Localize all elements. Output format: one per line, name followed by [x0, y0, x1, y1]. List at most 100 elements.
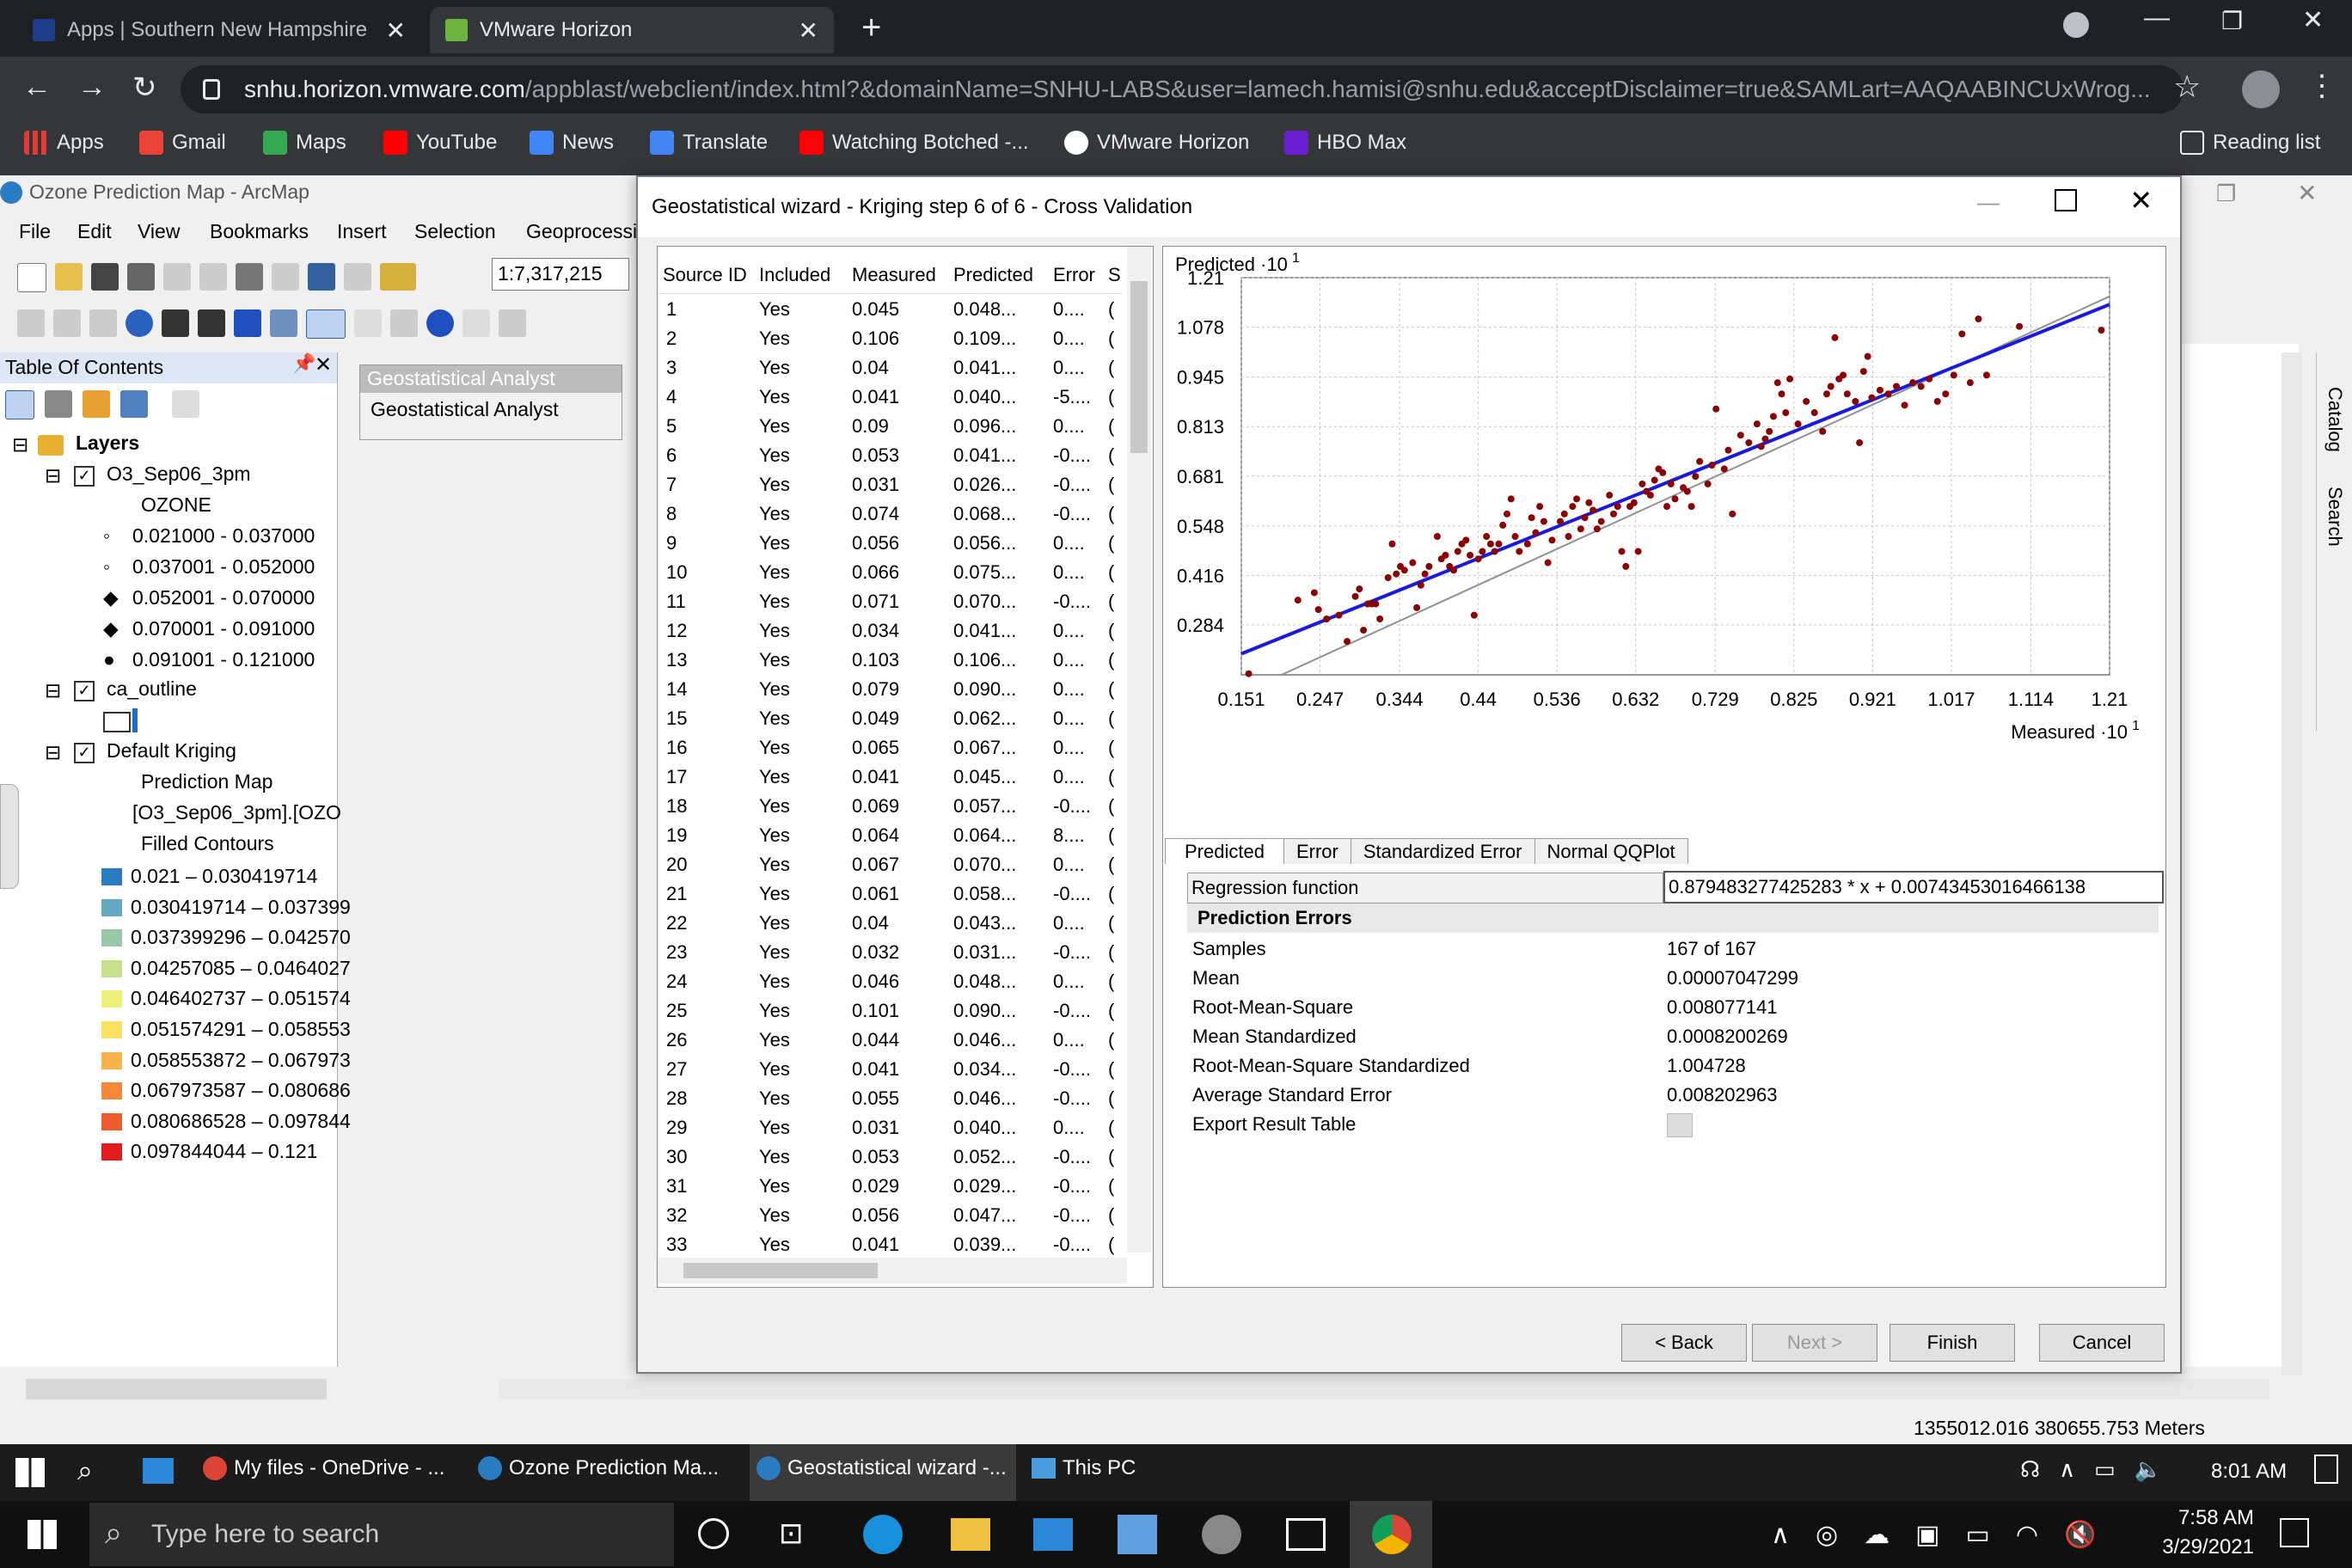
stat-label[interactable]: Export Result Table [1192, 1113, 1356, 1136]
table-row[interactable]: 27 Yes 0.041 0.034... -0.... ( [658, 1055, 1122, 1084]
close-tab-icon[interactable]: ✕ [799, 16, 818, 45]
cancel-button[interactable]: Cancel [2039, 1324, 2165, 1362]
arcmap-restore-icon[interactable]: ❐ [2216, 181, 2236, 207]
table-row[interactable]: 31 Yes 0.029 0.029... -0.... ( [658, 1172, 1122, 1201]
notifications-icon[interactable] [2314, 1455, 2338, 1484]
scroll-thumb[interactable] [683, 1263, 878, 1278]
layer-visibility-checkbox[interactable]: ✓ [74, 466, 95, 487]
toc-close-icon[interactable]: ✕ [315, 352, 332, 377]
mail-icon[interactable] [143, 1458, 174, 1484]
menu-icon[interactable]: ⋮ [2307, 69, 2337, 103]
table-row[interactable]: 8 Yes 0.074 0.068... -0.... ( [658, 499, 1122, 529]
bookmark-maps[interactable]: Maps [263, 131, 346, 155]
layers-group-label[interactable]: Layers [76, 432, 139, 455]
undo-icon[interactable] [308, 263, 335, 291]
taskbar-item-arcmap[interactable]: Ozone Prediction Ma... [478, 1456, 719, 1480]
table-row[interactable]: 32 Yes 0.056 0.047... -0.... ( [658, 1201, 1122, 1230]
toc-horizontal-scrollbar[interactable] [26, 1379, 327, 1400]
app-tray-icon[interactable]: ◎ [1816, 1520, 1838, 1550]
redo-icon[interactable] [344, 263, 371, 291]
reload-icon[interactable]: ↻ [132, 70, 157, 105]
close-tab-icon[interactable]: ✕ [386, 16, 406, 45]
ga-dropdown[interactable]: Geostatistical Analyst [360, 393, 622, 426]
chevron-up-icon[interactable]: ∧ [1771, 1520, 1790, 1550]
paste-icon[interactable] [236, 263, 263, 291]
add-data-icon[interactable] [380, 263, 416, 291]
table-row[interactable]: 17 Yes 0.041 0.045... 0.... ( [658, 763, 1122, 792]
host-clock-date[interactable]: 3/29/2021 [2154, 1535, 2254, 1559]
list-by-selection-icon[interactable] [120, 390, 148, 418]
export-table-icon[interactable] [1667, 1113, 1693, 1137]
catalog-tab[interactable]: Catalog [2324, 387, 2346, 452]
meet-now-icon[interactable]: ▣ [1915, 1520, 1939, 1550]
bookmark-hbo-max[interactable]: HBO Max [1284, 131, 1406, 155]
new-tab-icon[interactable]: + [861, 9, 881, 47]
action-center-icon[interactable] [2280, 1518, 2309, 1547]
dialog-maximize-icon[interactable] [2055, 189, 2077, 211]
table-row[interactable]: 15 Yes 0.049 0.062... 0.... ( [658, 704, 1122, 733]
bookmark-gmail[interactable]: Gmail [139, 131, 226, 155]
tab-normal-qqplot[interactable]: Normal QQPlot [1534, 838, 1688, 864]
fixed-zoom-out-icon[interactable] [198, 309, 225, 337]
remote-desktop-icon[interactable] [1286, 1518, 1326, 1551]
menu-edit[interactable]: Edit [77, 220, 112, 243]
menu-bookmarks[interactable]: Bookmarks [210, 220, 309, 243]
taskbar-item-onedrive[interactable]: My files - OneDrive - ... [203, 1456, 444, 1480]
side-panel-handle[interactable] [0, 784, 19, 889]
menu-geoprocessing[interactable]: Geoprocessi [526, 220, 637, 243]
table-row[interactable]: 33 Yes 0.041 0.039... -0.... ( [658, 1230, 1122, 1259]
people-icon[interactable]: ☊ [2020, 1456, 2040, 1483]
fixed-zoom-in-icon[interactable] [162, 309, 189, 337]
bookmark-news[interactable]: News [530, 131, 614, 155]
address-bar[interactable]: snhu.horizon.vmware.com/appblast/webclie… [181, 65, 2184, 113]
table-row[interactable]: 19 Yes 0.064 0.064... 8.... ( [658, 821, 1122, 850]
windows-start-icon[interactable] [15, 1458, 45, 1487]
copy-icon[interactable] [199, 263, 227, 291]
bookmark-vmware-horizon[interactable]: VMware Horizon [1064, 131, 1249, 155]
map-view-area[interactable] [2178, 344, 2299, 1367]
layer-ca-outline-label[interactable]: ca_outline [107, 677, 197, 701]
table-row[interactable]: 13 Yes 0.103 0.106... 0.... ( [658, 646, 1122, 675]
table-row[interactable]: 7 Yes 0.031 0.026... -0.... ( [658, 470, 1122, 499]
table-row[interactable]: 11 Yes 0.071 0.070... -0.... ( [658, 587, 1122, 616]
new-document-icon[interactable] [17, 263, 46, 292]
list-by-source-icon[interactable] [45, 390, 72, 418]
edge-icon[interactable] [863, 1515, 903, 1554]
column-header-predicted[interactable]: Predicted [953, 264, 1033, 286]
table-row[interactable]: 10 Yes 0.066 0.075... 0.... ( [658, 558, 1122, 587]
table-row[interactable]: 18 Yes 0.069 0.057... -0.... ( [658, 792, 1122, 821]
bookmark-watching-botched[interactable]: Watching Botched -... [799, 131, 1029, 155]
column-header-source-id[interactable]: Source ID [663, 264, 747, 286]
forward-extent-icon[interactable] [270, 309, 297, 337]
next-button[interactable]: Next > [1752, 1324, 1877, 1362]
list-by-drawing-order-icon[interactable] [5, 390, 34, 420]
table-row[interactable]: 20 Yes 0.067 0.070... 0.... ( [658, 850, 1122, 879]
table-row[interactable]: 3 Yes 0.04 0.041... 0.... ( [658, 353, 1122, 383]
table-row[interactable]: 5 Yes 0.09 0.096... 0.... ( [658, 412, 1122, 441]
lock-icon[interactable] [203, 79, 220, 100]
scroll-thumb[interactable] [1130, 281, 1148, 453]
tab-vmware-horizon[interactable]: VMware Horizon ✕ [430, 7, 834, 53]
taskbar-item-this-pc[interactable]: This PC [1032, 1456, 1136, 1480]
list-by-visibility-icon[interactable] [83, 390, 110, 418]
table-row[interactable]: 23 Yes 0.032 0.031... -0.... ( [658, 938, 1122, 967]
options-icon[interactable] [172, 390, 199, 418]
expander-icon[interactable]: ⊟ [12, 433, 28, 456]
mail-icon[interactable] [1033, 1518, 1073, 1551]
html-popup-icon[interactable] [499, 309, 526, 337]
menu-view[interactable]: View [138, 220, 180, 243]
layer-visibility-checkbox[interactable]: ✓ [74, 681, 95, 701]
table-row[interactable]: 2 Yes 0.106 0.109... 0.... ( [658, 324, 1122, 353]
menu-selection[interactable]: Selection [414, 220, 496, 243]
windows-start-icon[interactable] [28, 1520, 57, 1549]
dialog-minimize-icon[interactable]: — [1977, 189, 2000, 216]
table-row[interactable]: 14 Yes 0.079 0.090... 0.... ( [658, 675, 1122, 704]
close-window-icon[interactable]: ✕ [2302, 5, 2324, 35]
select-elements-icon[interactable] [390, 309, 418, 337]
zoom-in-icon[interactable] [17, 309, 45, 337]
forward-icon[interactable]: → [77, 70, 107, 104]
layer-default-kriging-label[interactable]: Default Kriging [107, 739, 236, 763]
table-row[interactable]: 30 Yes 0.053 0.052... -0.... ( [658, 1142, 1122, 1172]
table-row[interactable]: 12 Yes 0.034 0.041... 0.... ( [658, 616, 1122, 646]
zoom-out-icon[interactable] [53, 309, 81, 337]
